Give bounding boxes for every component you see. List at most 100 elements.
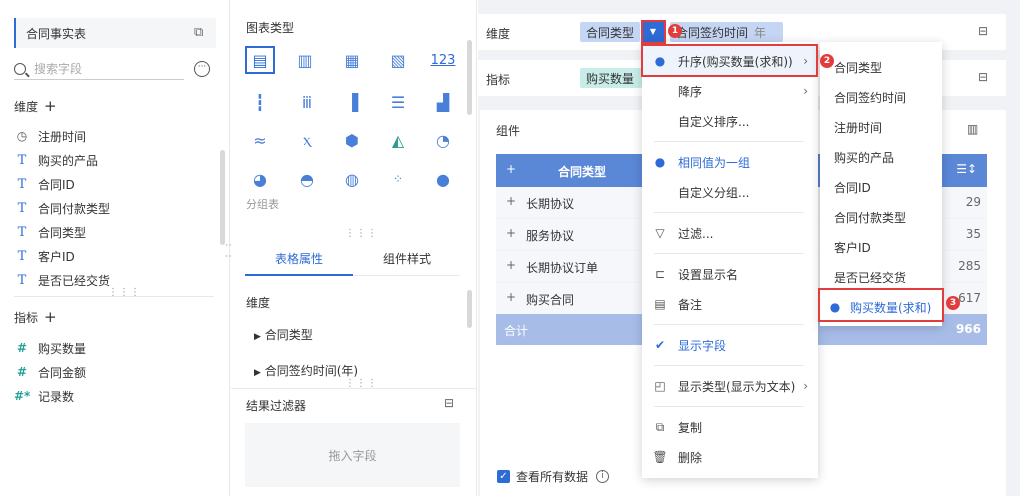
- globe-map-icon[interactable]: ◍: [337, 165, 367, 193]
- submenu-item[interactable]: 购买的产品: [834, 142, 934, 172]
- bar-chart-icon[interactable]: ☰: [383, 88, 413, 116]
- submenu-item[interactable]: 合同类型: [834, 52, 934, 82]
- search-input[interactable]: 搜索字段: [34, 60, 82, 77]
- expand-row-icon[interactable]: +: [506, 258, 516, 272]
- tab-table-properties[interactable]: 表格属性: [275, 250, 323, 267]
- field-item[interactable]: ◷ 注册时间: [14, 125, 86, 147]
- menu-item-custom-sort[interactable]: 自定义排序...: [642, 106, 818, 136]
- field-item[interactable]: T 合同类型: [14, 221, 86, 243]
- trash-icon: 🗑: [652, 450, 668, 464]
- cross-table-icon[interactable]: ▥: [290, 46, 320, 74]
- menu-item-sort-desc[interactable]: 降序 ›: [642, 76, 818, 106]
- column-chart-icon[interactable]: ▐: [337, 88, 367, 116]
- submenu-item-label: 注册时间: [834, 120, 883, 135]
- lock-icon[interactable]: ⊟: [978, 70, 988, 84]
- stacked-bar-icon[interactable]: ┇: [245, 88, 275, 116]
- highlight-box: [641, 20, 666, 44]
- menu-item-delete[interactable]: 🗑 删除: [642, 442, 818, 472]
- menu-item-copy[interactable]: ⧉ 复制: [642, 412, 818, 442]
- field-label: 记录数: [38, 389, 75, 404]
- chart-settings-icon[interactable]: ▥: [967, 122, 978, 136]
- dataset-selector[interactable]: 合同事实表 ⧉: [14, 18, 216, 48]
- field-item[interactable]: T 合同ID: [14, 173, 75, 195]
- line-chart-icon[interactable]: ≈: [245, 126, 275, 154]
- info-icon[interactable]: i: [596, 470, 610, 483]
- tab-component-style[interactable]: 组件样式: [383, 250, 431, 267]
- add-dimension-icon[interactable]: +: [44, 97, 57, 115]
- more-options-icon[interactable]: ···: [194, 61, 210, 77]
- submenu-item[interactable]: 注册时间: [834, 112, 934, 142]
- header-contract-type[interactable]: 合同类型: [558, 163, 606, 180]
- checked-dot-icon: ●: [654, 155, 666, 169]
- radar-icon[interactable]: ⬢: [337, 126, 367, 154]
- left-scrollbar[interactable]: [220, 150, 225, 245]
- total-label: 合计: [504, 324, 529, 338]
- caret-right-icon: ▶: [254, 368, 261, 378]
- field-label: 合同付款类型: [38, 201, 111, 216]
- gauge-icon[interactable]: ◔: [428, 126, 458, 154]
- field-search[interactable]: 搜索字段: [14, 58, 184, 80]
- indicator-pill[interactable]: 购买数量: [580, 68, 642, 88]
- field-item[interactable]: # 合同金额: [14, 361, 86, 383]
- step-badge: 2: [820, 54, 834, 68]
- menu-item-custom-group[interactable]: 自定义分组...: [642, 177, 818, 207]
- lock-icon[interactable]: ⊟: [978, 24, 988, 38]
- submenu-item[interactable]: 合同签约时间: [834, 82, 934, 112]
- step-badge: 1: [668, 24, 682, 38]
- menu-item-label: 降序: [678, 84, 703, 99]
- text-icon: T: [17, 152, 27, 168]
- chart-type-scrollbar[interactable]: [467, 40, 472, 115]
- expand-all-icon[interactable]: +: [506, 162, 516, 176]
- area-chart-icon[interactable]: ◭: [383, 126, 413, 154]
- menu-item-display-type[interactable]: ◰ 显示类型(显示为文本) ›: [642, 371, 818, 401]
- switch-dataset-icon[interactable]: ⧉: [194, 25, 208, 40]
- submenu-item[interactable]: 合同付款类型: [834, 202, 934, 232]
- submenu-item-label: 购买的产品: [834, 150, 895, 165]
- menu-item-note[interactable]: ▤ 备注: [642, 289, 818, 319]
- display-type-icon: ◰: [654, 379, 666, 393]
- field-label: 合同ID: [38, 177, 75, 192]
- bubble-icon[interactable]: ●: [428, 165, 458, 193]
- dimension-item[interactable]: ▶ 合同类型: [254, 326, 313, 343]
- field-item[interactable]: T 合同付款类型: [14, 197, 110, 219]
- dimension-pill-sign-date[interactable]: 合同签约时间年: [670, 22, 783, 42]
- submenu-item[interactable]: 客户ID: [834, 232, 934, 262]
- cross-line-icon[interactable]: ⲭ: [292, 126, 322, 154]
- field-item[interactable]: #* 记录数: [14, 385, 74, 407]
- pie-chart-icon[interactable]: ◕: [245, 165, 275, 193]
- menu-separator: [654, 406, 804, 407]
- number-icon[interactable]: 123: [428, 46, 458, 74]
- resize-handle[interactable]: ⋮⋮⋮: [345, 228, 378, 239]
- view-all-data[interactable]: ✓ 查看所有数据 i: [497, 468, 610, 485]
- submenu-item[interactable]: 合同ID: [834, 172, 934, 202]
- filter-drop-area[interactable]: 拖入字段: [245, 423, 460, 487]
- field-item[interactable]: # 购买数量: [14, 337, 86, 359]
- dimension-pill-contract-type[interactable]: 合同类型: [580, 22, 640, 42]
- rose-chart-icon[interactable]: ◓: [292, 165, 322, 193]
- component-label: 组件: [496, 124, 521, 138]
- checkbox-checked-icon[interactable]: ✓: [497, 470, 510, 483]
- expand-row-icon[interactable]: +: [506, 194, 516, 208]
- field-item[interactable]: T 购买的产品: [14, 149, 98, 171]
- kpi-card-icon[interactable]: ▧: [383, 46, 413, 74]
- menu-item-filter[interactable]: ▽ 过滤...: [642, 218, 818, 248]
- scatter-icon[interactable]: ⁘: [383, 165, 413, 193]
- expand-row-icon[interactable]: +: [506, 290, 516, 304]
- expand-row-icon[interactable]: +: [506, 226, 516, 240]
- field-item[interactable]: T 客户ID: [14, 245, 75, 267]
- field-item[interactable]: T 是否已经交货: [14, 269, 110, 291]
- menu-item-display-name[interactable]: ⊏ 设置显示名: [642, 259, 818, 289]
- waterfall-icon[interactable]: ▟: [428, 88, 458, 116]
- dimension-item[interactable]: ▶ 合同签约时间(年): [254, 362, 358, 379]
- menu-item-show-field[interactable]: ✔ 显示字段: [642, 330, 818, 360]
- dimension-item-label: 合同类型: [264, 328, 313, 342]
- sort-icon[interactable]: ☰↕: [956, 162, 977, 176]
- grouped-bar-icon[interactable]: ⅲ: [292, 88, 322, 116]
- menu-item-group-same[interactable]: ● 相同值为一组: [642, 147, 818, 177]
- add-indicator-icon[interactable]: +: [44, 308, 57, 326]
- grouped-table-icon[interactable]: ▤: [245, 46, 275, 74]
- detail-table-icon[interactable]: ▦: [337, 46, 367, 74]
- filter-lock-icon[interactable]: ⊟: [444, 396, 454, 410]
- properties-scrollbar[interactable]: [467, 290, 472, 328]
- indicator-section-title: 指标 +: [14, 308, 57, 326]
